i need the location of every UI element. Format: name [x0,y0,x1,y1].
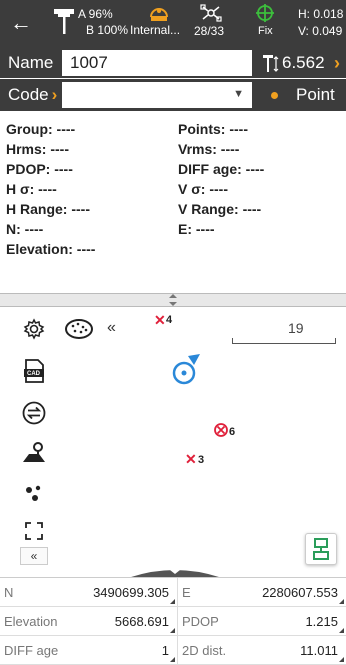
code-chevron-icon: › [51,85,58,104]
elevation-cell-label: Elevation [4,614,58,629]
antenna-height-icon[interactable] [262,54,280,74]
scale-value: 19 [288,320,304,336]
collapse-toolbar-button[interactable]: « [107,319,116,337]
satellite-count: 28/33 [194,24,225,38]
internal-label: Internal... [130,23,181,37]
h-range-value: H Range: ---- [6,201,90,217]
h-sigma-value: H σ: ---- [6,181,57,197]
info-panel: Group: ---- Points: ---- Hrms: ---- Vrms… [0,111,346,293]
scale-bar [232,338,336,344]
point-6-label: 6 [229,426,236,438]
survey-stake-icon [313,538,329,560]
v-range-value: V Range: ---- [178,201,262,217]
code-row: Code › ▼ Point [0,79,346,111]
vrms-value: Vrms: ---- [178,141,240,157]
point-marker-4-icon[interactable]: ✕ [154,312,166,329]
point-marker-3-icon[interactable]: ✕ [185,451,197,468]
fullscreen-bracket-icon[interactable] [20,517,48,545]
cell-corner-icon [170,628,175,633]
elevation-cell[interactable]: Elevation 5668.691 [0,607,178,636]
chevron-right-icon[interactable]: › [334,53,340,74]
diff-age-cell-label: DIFF age [4,643,59,658]
survey-point-button[interactable] [305,533,337,565]
points-scatter-icon[interactable] [20,479,48,507]
group-value: Group: ---- [6,121,76,137]
point-4-label: 4 [166,314,173,326]
n-cell[interactable]: N 3490699.305 [0,578,178,607]
n-cell-label: N [4,585,14,600]
name-label: Name [8,53,54,72]
n-value: N: ---- [6,221,44,237]
e-cell-label: E [182,585,191,600]
cell-corner-icon [339,599,344,604]
point-type-dot-icon [271,92,278,99]
hrms-value: Hrms: ---- [6,141,69,157]
bottom-sheet-handle[interactable] [120,563,230,577]
satellite-icon [200,3,222,23]
e-cell-value: 2280607.553 [262,585,338,600]
antenna-height-value[interactable]: 6.562 [282,53,325,73]
dist-2d-cell-label: 2D dist. [182,643,227,658]
layers-map-icon[interactable] [62,315,96,343]
diff-age-cell[interactable]: DIFF age 1 [0,636,178,665]
e-cell[interactable]: E 2280607.553 [178,578,346,607]
map-view[interactable]: « CAD « 19 ✕ 4 6 ✕ 3 [0,307,346,577]
cell-corner-icon [170,657,175,662]
v-precision: V: 0.049 [298,24,343,38]
cad-label: CAD [27,371,40,377]
code-label[interactable]: Code › [8,85,57,105]
expand-up-button[interactable]: « [20,547,48,565]
dist-2d-cell[interactable]: 2D dist. 11.011 [178,636,346,665]
battery-b-label: B 100% [86,23,129,37]
battery-a-label: A 96% [78,7,113,21]
settings-gear-icon[interactable] [20,315,48,343]
dropdown-arrow-icon: ▼ [233,88,244,100]
fix-label: Fix [258,25,273,37]
swap-arrows-icon[interactable] [20,399,48,427]
name-row: Name 1007 6.562 › [0,48,346,78]
radio-icon [146,3,172,23]
cell-corner-icon [339,628,344,633]
resize-handle[interactable] [0,293,346,307]
n-cell-value: 3490699.305 [93,585,169,600]
point-name-input[interactable]: 1007 [62,50,252,76]
e-value: E: ---- [178,221,215,237]
diff-age-cell-value: 1 [161,643,169,658]
cell-corner-icon [339,657,344,662]
coordinates-table: N 3490699.305 E 2280607.553 Elevation 56… [0,577,346,665]
code-label-text: Code [8,85,49,104]
code-select[interactable]: ▼ [62,82,252,108]
dist-2d-cell-value: 11.011 [300,643,338,658]
elevation-cell-value: 5668.691 [114,614,169,629]
back-arrow-icon[interactable]: ← [8,10,34,36]
elevation-value: Elevation: ---- [6,241,96,257]
pdop-cell-value: 1.215 [305,614,338,629]
point-marker-6-icon[interactable] [214,423,228,437]
drag-handle-icon [169,294,177,306]
point-3-label: 3 [198,454,205,466]
pdop-cell[interactable]: PDOP 1.215 [178,607,346,636]
current-location-icon [166,351,206,389]
receiver-icon [52,6,76,36]
point-type-label[interactable]: Point [296,85,335,105]
status-bar: ← A 96% B 100% Internal... 28/33 Fix H: … [0,0,346,48]
h-precision: H: 0.018 [298,7,344,21]
diff-age-value: DIFF age: ---- [178,161,265,177]
map-pin-icon[interactable] [20,439,48,467]
cell-corner-icon [170,599,175,604]
pdop-cell-label: PDOP [182,614,219,629]
pdop-value: PDOP: ---- [6,161,73,177]
v-sigma-value: V σ: ---- [178,181,229,197]
fix-crosshair-icon [255,3,275,23]
points-value: Points: ---- [178,121,248,137]
